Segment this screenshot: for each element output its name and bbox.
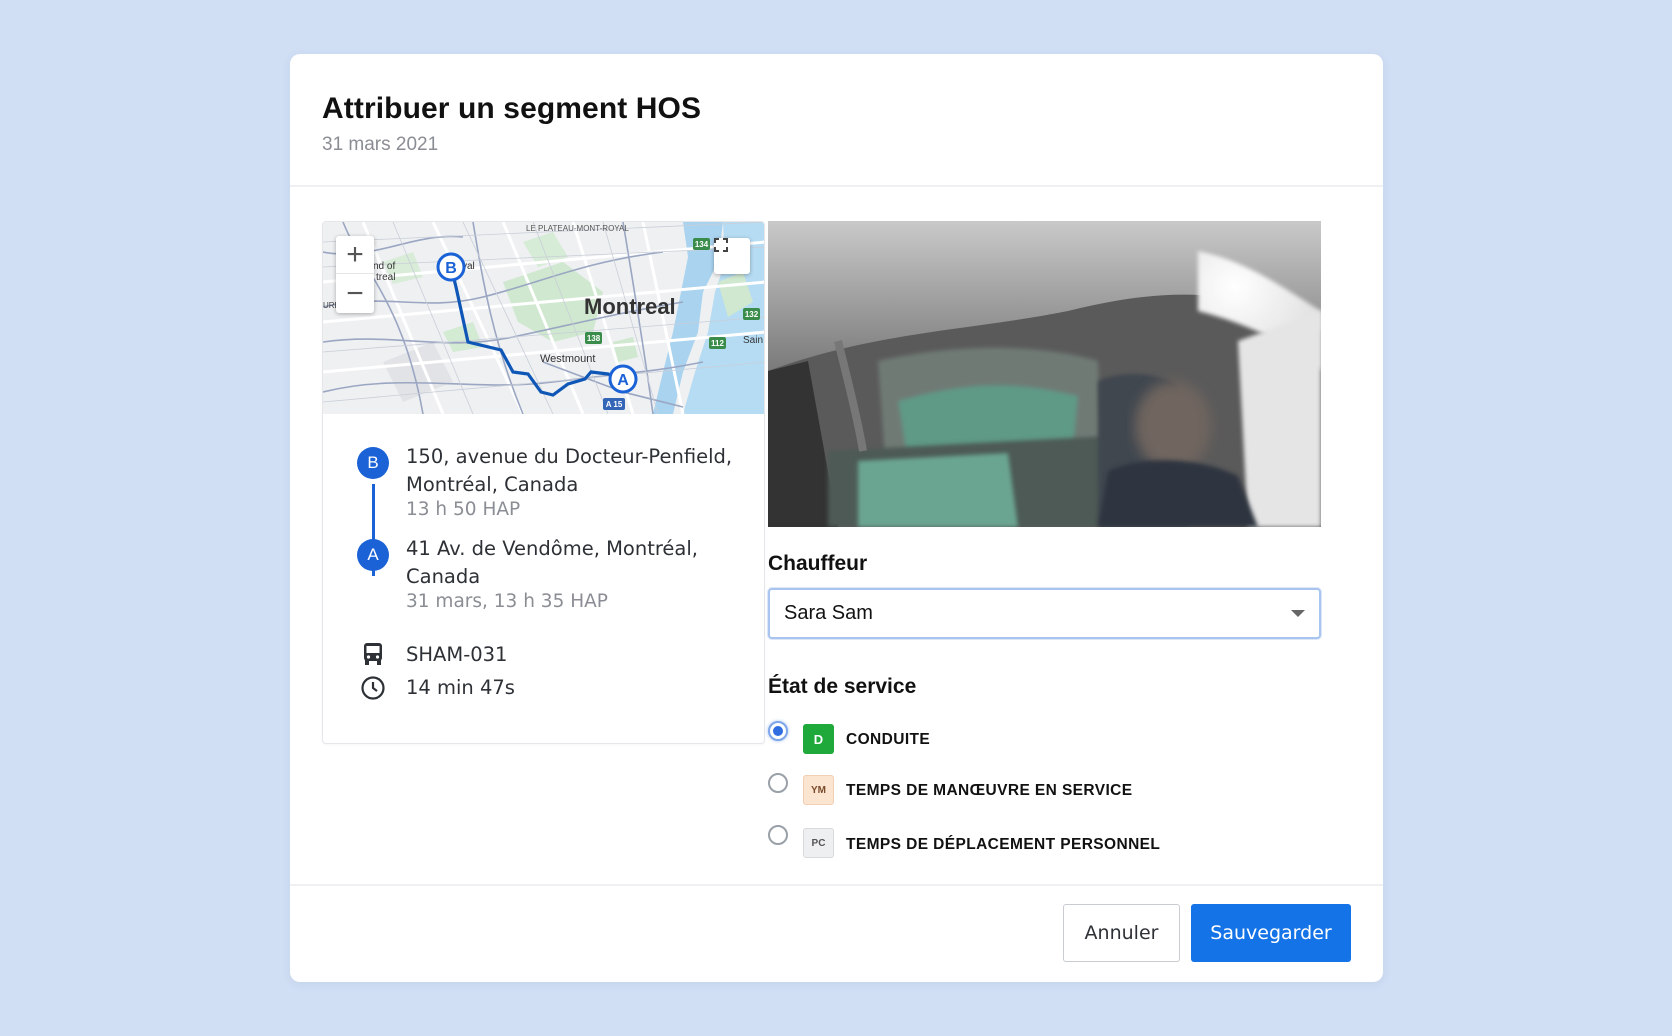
vehicle-name: SHAM-031 (406, 643, 508, 666)
svg-text:nd of: nd of (373, 261, 395, 272)
radio-driving[interactable] (768, 721, 788, 741)
map-marker-b[interactable]: B (436, 252, 466, 282)
personal-conveyance-badge: PC (803, 828, 834, 858)
dashcam-photo (768, 221, 1321, 527)
svg-text:B: B (445, 260, 457, 277)
yard-move-badge: YM (803, 775, 834, 805)
start-time: 31 mars, 13 h 35 HAP (406, 591, 608, 612)
status-label-yard-move: TEMPS DE MANŒUVRE EN SERVICE (846, 782, 1133, 799)
driving-badge: D (803, 724, 834, 754)
svg-text:132: 132 (745, 310, 759, 319)
assign-hos-segment-modal: Attribuer un segment HOS 31 mars 2021 LE… (290, 54, 1383, 982)
driver-label: Chauffeur (768, 552, 868, 575)
dashcam-image (768, 221, 1321, 527)
svg-text:138: 138 (587, 334, 601, 343)
svg-text:treal: treal (376, 272, 395, 283)
route-map[interactable]: LE PLATEAU-MONT-ROYAL Montreal Westmount… (323, 222, 764, 414)
end-address: 150, avenue du Docteur-Penfield, Montréa… (406, 445, 733, 496)
svg-text:A 15: A 15 (606, 400, 623, 409)
map-label-city: Montreal (584, 294, 676, 319)
svg-text:134: 134 (695, 240, 709, 249)
svg-text:112: 112 (711, 339, 724, 348)
modal-title: Attribuer un segment HOS (322, 92, 702, 125)
map-zoom-control: + − (336, 236, 374, 313)
clock-icon (360, 675, 386, 706)
modal-header: Attribuer un segment HOS 31 mars 2021 (290, 54, 1383, 187)
driver-selected-value: Sara Sam (784, 602, 873, 624)
zoom-out-button[interactable]: − (336, 275, 374, 313)
chevron-down-icon (1291, 610, 1305, 617)
trip-card: LE PLATEAU-MONT-ROYAL Montreal Westmount… (322, 221, 765, 744)
status-label-personal-conveyance: TEMPS DE DÉPLACEMENT PERSONNEL (846, 836, 1161, 853)
status-label-driving: CONDUITE (846, 731, 931, 748)
radio-personal-conveyance[interactable] (768, 825, 788, 845)
trip-duration: 14 min 47s (406, 676, 515, 699)
duty-status-label: État de service (768, 675, 917, 698)
zoom-in-button[interactable]: + (336, 236, 374, 274)
modal-date: 31 mars 2021 (322, 134, 439, 155)
radio-yard-move[interactable] (768, 773, 788, 793)
end-time: 13 h 50 HAP (406, 499, 521, 520)
map-canvas: LE PLATEAU-MONT-ROYAL Montreal Westmount… (323, 222, 764, 414)
fullscreen-icon (714, 238, 728, 252)
map-label-neighborhood: LE PLATEAU-MONT-ROYAL (526, 224, 629, 233)
bus-icon (362, 642, 384, 671)
map-label-westmount: Westmount (540, 353, 595, 365)
start-address: 41 Av. de Vendôme, Montréal, Canada (406, 537, 698, 588)
svg-text:Sain: Sain (743, 335, 763, 346)
fullscreen-button[interactable] (714, 238, 750, 274)
driver-select[interactable]: Sara Sam (768, 588, 1321, 639)
svg-text:A: A (617, 372, 629, 389)
map-marker-a[interactable]: A (608, 364, 638, 394)
route-end-marker: B (357, 447, 389, 479)
route-start-marker: A (357, 539, 389, 571)
save-button[interactable]: Sauvegarder (1191, 904, 1351, 962)
cancel-button[interactable]: Annuler (1063, 904, 1180, 962)
